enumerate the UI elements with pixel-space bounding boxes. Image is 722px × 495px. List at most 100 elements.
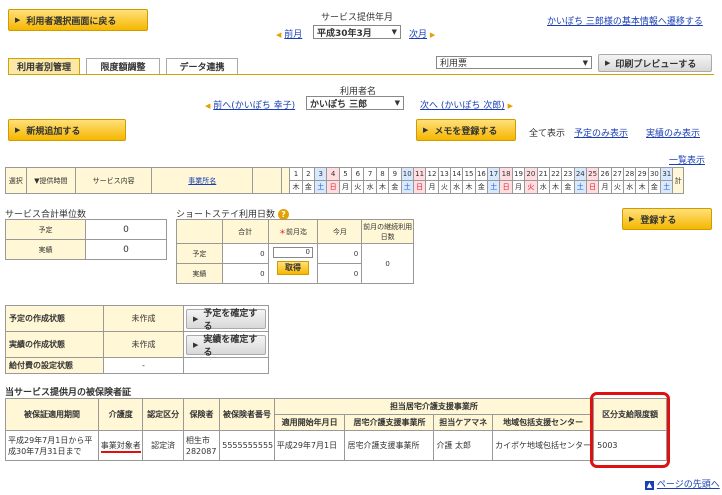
prev-user-link[interactable]: ◀ 前へ(かいぽち 幸子) bbox=[205, 98, 295, 111]
next-user-link[interactable]: 次へ (かいぽち 次郎) ▶ bbox=[420, 98, 513, 111]
list-view-link[interactable]: 一覧表示 bbox=[669, 153, 705, 166]
care-manager-value: 介護 太郎 bbox=[433, 430, 494, 461]
h-care-manager: 担当ケアマネ bbox=[433, 414, 494, 431]
period-value: 平成29年7月1日から平成30年7月31日まで bbox=[5, 430, 99, 461]
day-cell: 5 bbox=[338, 167, 353, 181]
confirm-actual-cell: ▶ 実績を確定する bbox=[183, 331, 269, 358]
day-cell: 17 bbox=[487, 167, 501, 181]
day-cell: 29 bbox=[635, 167, 649, 181]
show-planned-link[interactable]: 予定のみ表示 bbox=[574, 126, 628, 139]
h-cert: 認定区分 bbox=[142, 398, 184, 431]
page-top-link[interactable]: ▲ ページの先頭へ bbox=[645, 477, 720, 490]
add-new-button[interactable]: ▶ 新規追加する bbox=[8, 119, 126, 141]
center-value: カイポケ地域包括センター bbox=[492, 430, 595, 461]
weekday-cell: 土 bbox=[487, 180, 501, 194]
fetch-button[interactable]: 取得 bbox=[277, 261, 309, 275]
weekday-cell: 火 bbox=[437, 180, 452, 194]
day-cell: 28 bbox=[623, 167, 637, 181]
weekday-cell: 月 bbox=[425, 180, 439, 194]
weekday-cell: 木 bbox=[375, 180, 390, 194]
day-cell: 11 bbox=[412, 167, 427, 181]
weekday-cell: 月 bbox=[338, 180, 353, 194]
benefit-status-label: 給付費の設定状態 bbox=[5, 357, 104, 374]
day-cell: 31 bbox=[660, 167, 674, 181]
insurance-table: 被保証適用期間 介護度 認定区分 保険者 被保険者番号 担当居宅介護支援事業所 … bbox=[5, 398, 667, 461]
arrow-right-icon: ▶ bbox=[629, 215, 635, 223]
back-to-user-select-button[interactable]: ▶ 利用者選択画面に戻る bbox=[8, 9, 148, 31]
day-cell: 30 bbox=[647, 167, 662, 181]
care-level-value: 事業対象者 bbox=[100, 441, 141, 453]
benefit-status-value: - bbox=[103, 357, 184, 374]
day-cell: 19 bbox=[511, 167, 526, 181]
show-actual-link[interactable]: 実績のみ表示 bbox=[646, 126, 700, 139]
report-type-select[interactable]: 利用票 ▼ bbox=[436, 56, 592, 69]
tab-limit-adjust[interactable]: 限度額調整 bbox=[86, 58, 160, 74]
weekday-cell: 日 bbox=[326, 180, 340, 194]
h-insured-no: 被保険者番号 bbox=[219, 398, 275, 431]
service-calendar: 選択 ▼提供時間 サービス内容 事業所名 1 2 3 4 5 6 7 8 9 1… bbox=[5, 167, 684, 194]
user-select[interactable]: かいぽち 三郎 ▼ bbox=[306, 96, 404, 110]
continuous-value: 0 bbox=[361, 243, 414, 284]
tab-user-management[interactable]: 利用者別管理 bbox=[8, 58, 80, 74]
col-this-month: 今月 bbox=[317, 219, 363, 244]
short-stay-table: 合計 ＊前月迄 今月 前月の継続利用日数 予定 0 0 取得 0 0 実績 0 … bbox=[176, 219, 414, 284]
weekday-cell: 木 bbox=[462, 180, 476, 194]
day-cell: 13 bbox=[437, 167, 452, 181]
next-month-link[interactable]: 次月 ▶ bbox=[409, 27, 435, 40]
col-total: 合計 bbox=[221, 219, 269, 244]
confirm-plan-cell: ▶ 予定を確定する bbox=[183, 305, 269, 332]
planned-label: 予定 bbox=[5, 219, 86, 240]
day-cell: 4 bbox=[326, 167, 340, 181]
register-button[interactable]: ▶ 登録する bbox=[622, 208, 712, 230]
plan-status-value: 未作成 bbox=[103, 305, 184, 332]
day-cell: 16 bbox=[474, 167, 489, 181]
prev-month-link[interactable]: ◀ 前月 bbox=[276, 27, 302, 40]
arrow-right-icon: ▶ bbox=[15, 126, 21, 134]
weekday-cell: 水 bbox=[449, 180, 464, 194]
insurer-value: 相生市282087 bbox=[182, 430, 221, 461]
blank-cell bbox=[176, 219, 223, 244]
chevron-down-icon: ▼ bbox=[394, 99, 400, 107]
h-care-level: 介護度 bbox=[97, 398, 144, 431]
col-content: サービス内容 bbox=[75, 167, 153, 194]
weekday-cell: 月 bbox=[598, 180, 612, 194]
h-care-office: 担当居宅介護支援事業所 bbox=[273, 398, 595, 415]
weekday-cell: 土 bbox=[660, 180, 674, 194]
status-table: 予定の作成状態 未作成 ▶ 予定を確定する 実績の作成状態 未作成 ▶ 実績を確… bbox=[5, 305, 269, 374]
weekday-cell: 金 bbox=[647, 180, 662, 194]
arrow-right-icon: ▶ bbox=[429, 31, 436, 39]
arrow-right-icon: ▶ bbox=[605, 59, 611, 67]
col-total: 計 bbox=[672, 167, 684, 194]
h-start-date: 適用開始年月日 bbox=[273, 414, 346, 431]
weekday-cell: 金 bbox=[561, 180, 575, 194]
col-provider[interactable]: 事業所名 bbox=[151, 167, 254, 194]
weekday-cell: 火 bbox=[610, 180, 625, 194]
day-cell: 20 bbox=[524, 167, 538, 181]
arrow-right-icon: ▶ bbox=[507, 102, 514, 110]
confirm-actual-button[interactable]: ▶ 実績を確定する bbox=[186, 334, 266, 358]
confirm-plan-button[interactable]: ▶ 予定を確定する bbox=[186, 308, 266, 332]
weekday-cell: 木 bbox=[635, 180, 649, 194]
weekday-cell: 金 bbox=[474, 180, 489, 194]
planned-this-value: 0 bbox=[317, 243, 363, 264]
tab-data-link[interactable]: データ連携 bbox=[166, 58, 238, 74]
save-memo-button[interactable]: ▶ メモを登録する bbox=[416, 119, 516, 141]
blank-cell bbox=[183, 357, 269, 374]
actual-status-value: 未作成 bbox=[103, 331, 184, 358]
weekday-cell: 日 bbox=[585, 180, 600, 194]
day-cell: 9 bbox=[388, 167, 402, 181]
cert-value: 認定済 bbox=[142, 430, 184, 461]
day-cell: 12 bbox=[425, 167, 439, 181]
weekday-cell: 土 bbox=[573, 180, 587, 194]
care-level-cell: 事業対象者 bbox=[97, 430, 144, 461]
prev-month-input[interactable]: 0 bbox=[273, 247, 313, 258]
start-date-value: 平成29年7月1日 bbox=[273, 430, 346, 461]
arrow-right-icon: ▶ bbox=[193, 340, 199, 349]
day-cell: 26 bbox=[598, 167, 612, 181]
actual-this-value: 0 bbox=[317, 263, 363, 284]
col-time[interactable]: ▼提供時間 bbox=[25, 167, 77, 194]
print-preview-button[interactable]: ▶ 印刷プレビューする bbox=[598, 54, 712, 72]
month-select[interactable]: 平成30年3月 ▼ bbox=[313, 25, 401, 39]
arrow-left-icon: ◀ bbox=[205, 102, 211, 110]
user-info-link[interactable]: かいぽち 三郎様の基本情報へ遷移する bbox=[547, 14, 703, 27]
